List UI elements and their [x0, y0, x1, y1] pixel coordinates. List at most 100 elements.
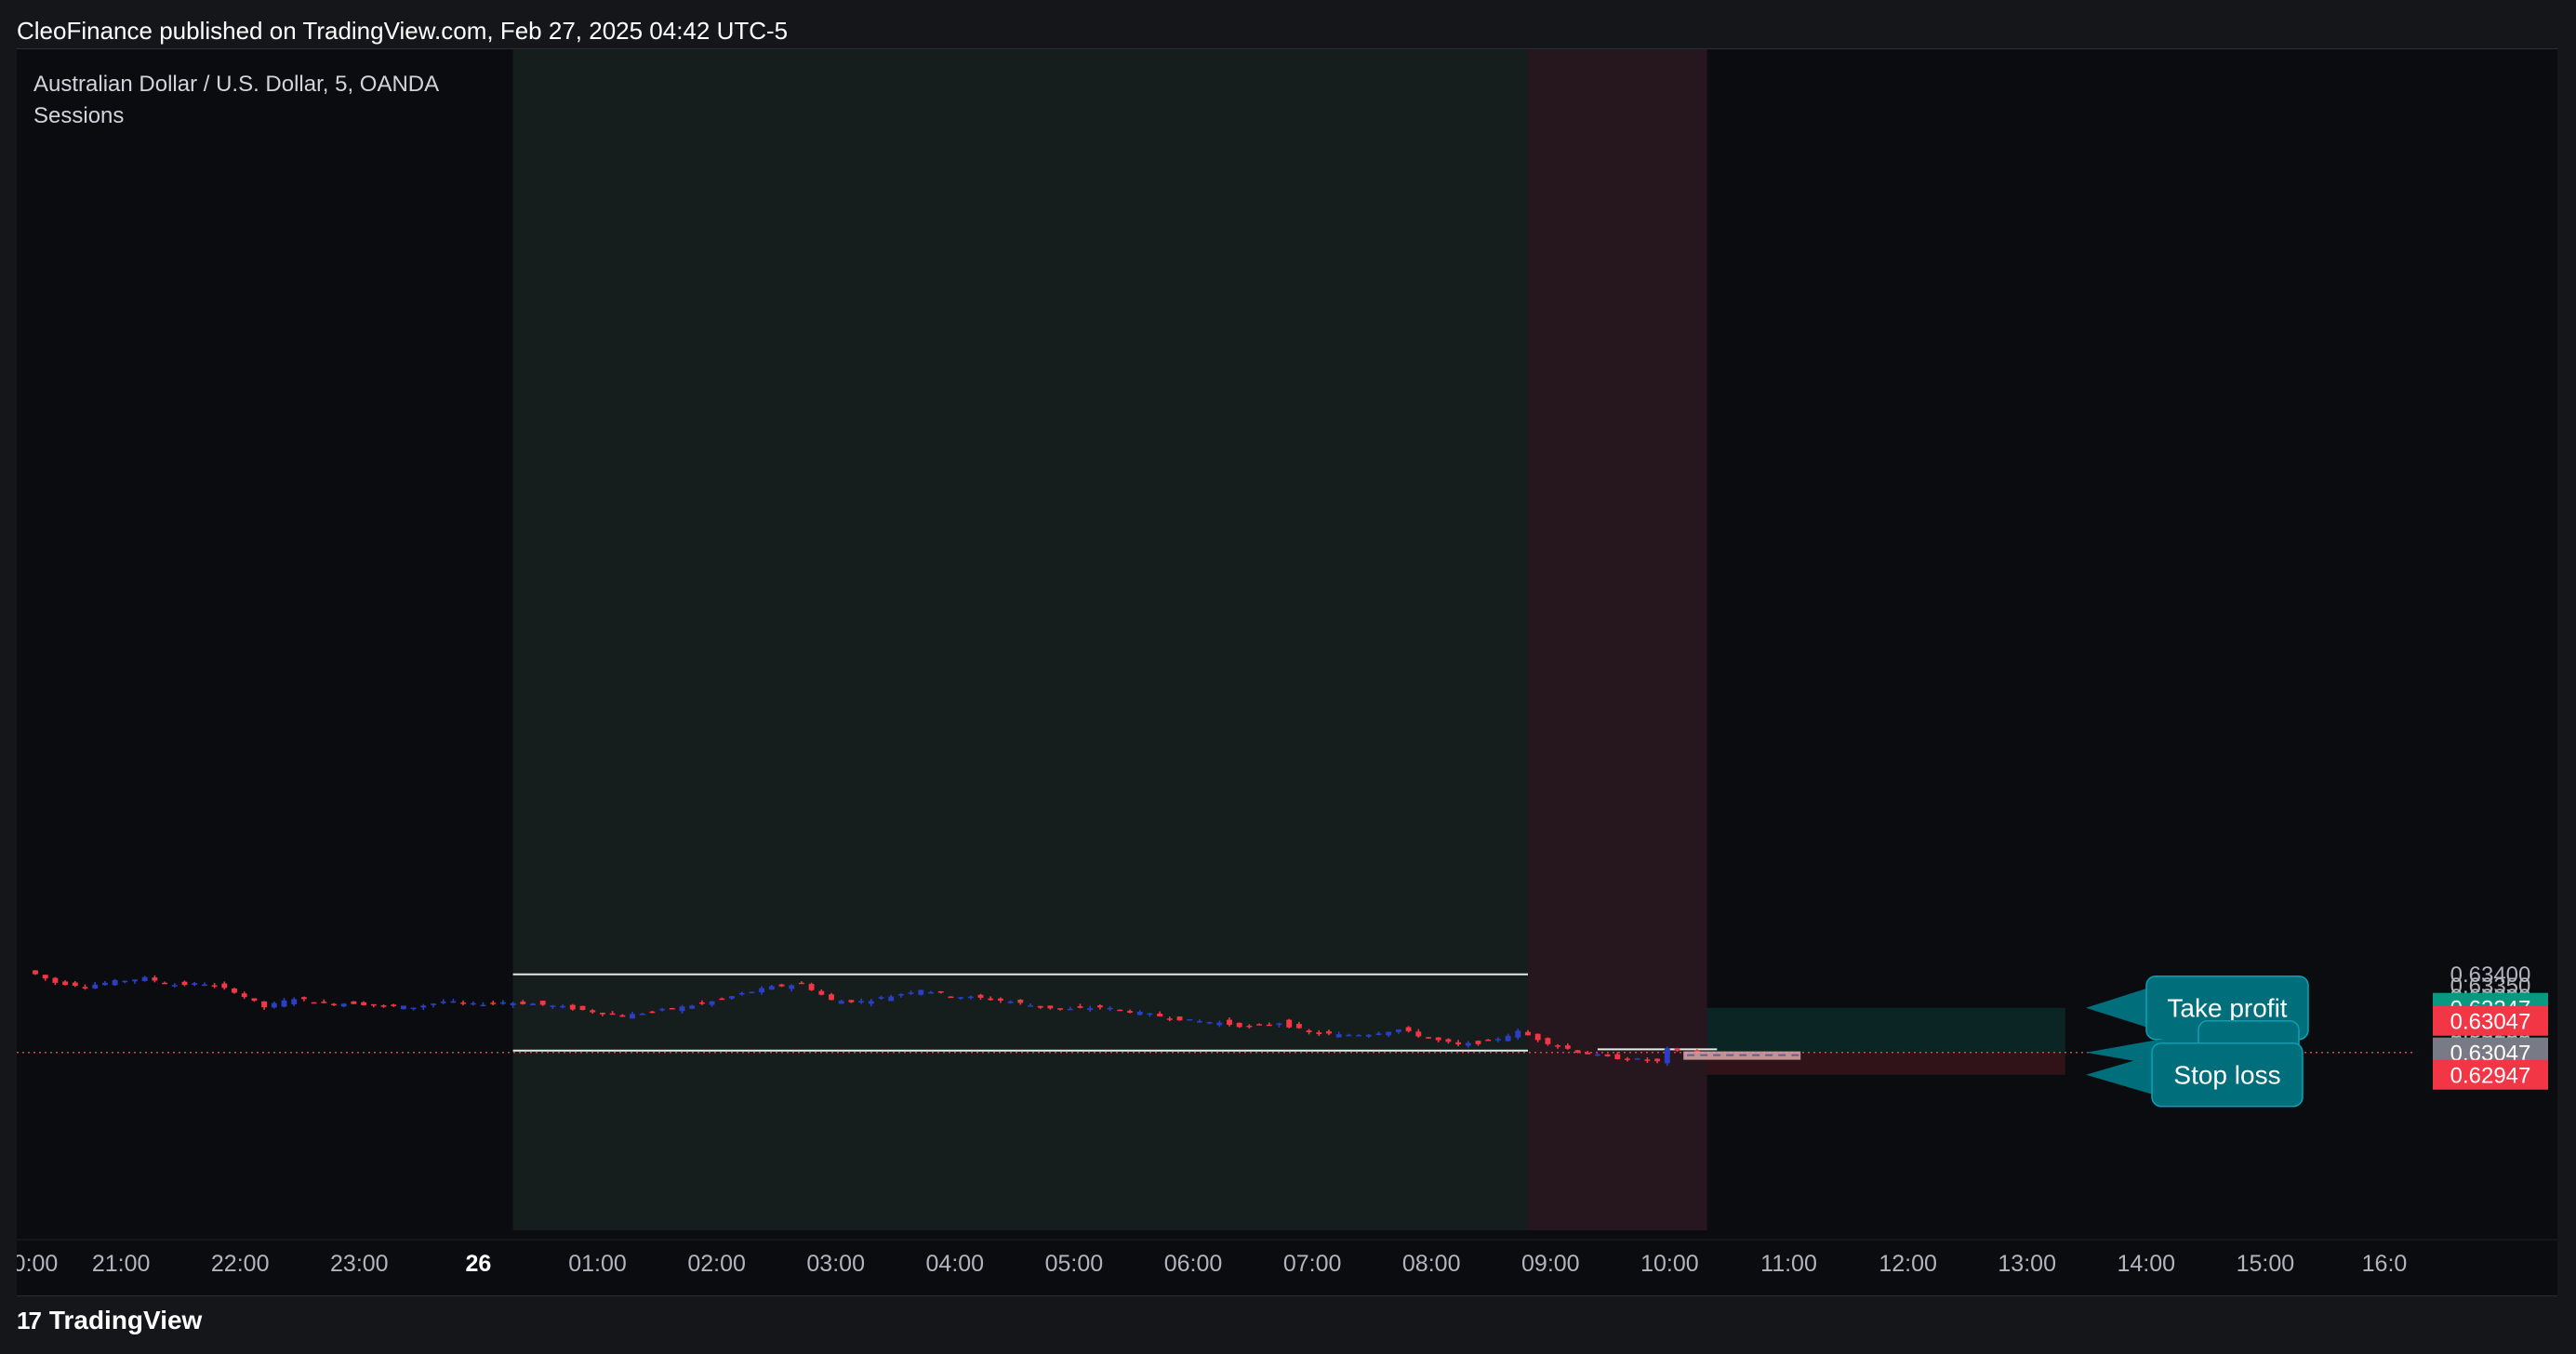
bottom-bar — [0, 1295, 2576, 1354]
candle-down — [1266, 1024, 1272, 1027]
candle-up — [768, 986, 775, 990]
candle-up — [639, 1014, 645, 1016]
candle-down — [1564, 1045, 1571, 1049]
candle-down — [311, 1002, 317, 1004]
callout-pointer — [2086, 1054, 2156, 1095]
candle-up — [1365, 1034, 1372, 1037]
candle-down — [370, 1003, 377, 1006]
session-zone — [512, 49, 1528, 1230]
candle-up — [908, 992, 914, 994]
symbol-title[interactable]: Australian Dollar / U.S. Dollar, 5, OAND… — [33, 69, 439, 100]
callout-pointer — [2086, 987, 2150, 1029]
candle-down — [72, 982, 78, 986]
candle-up — [868, 1001, 874, 1004]
candle-down — [599, 1013, 605, 1015]
candle-down — [490, 1002, 497, 1004]
candle-down — [619, 1015, 626, 1017]
x-tick-label: 05:00 — [1045, 1251, 1104, 1277]
candle-down — [1077, 1006, 1083, 1008]
candle-down — [1295, 1024, 1302, 1029]
candle-down — [1426, 1037, 1431, 1039]
candle-up — [281, 1000, 287, 1007]
candle-down — [520, 1002, 526, 1004]
candle-up — [1505, 1035, 1511, 1042]
candle-up — [431, 1003, 436, 1005]
candle-up — [958, 997, 964, 999]
x-tick-label: 15:00 — [2237, 1251, 2295, 1277]
candle-up — [759, 988, 765, 993]
candle-down — [82, 987, 88, 989]
candle-up — [918, 989, 924, 995]
candle-up — [1196, 1021, 1202, 1023]
candle-down — [1574, 1050, 1581, 1054]
x-tick-label: 22:00 — [211, 1251, 270, 1277]
chart-frame[interactable]: Take profitEntryStop loss 0.630000.63050… — [17, 48, 2557, 1296]
candle-up — [789, 985, 795, 989]
candle-down — [609, 1013, 616, 1016]
candle-down — [937, 990, 944, 993]
candle-up — [291, 999, 298, 1005]
candle-up — [928, 991, 934, 994]
candle-down — [1117, 1009, 1123, 1012]
candle-down — [569, 1004, 576, 1010]
candle-up — [122, 980, 128, 983]
candle-up — [480, 1004, 486, 1007]
candle-down — [62, 981, 69, 986]
candle-down — [848, 1000, 855, 1002]
candle-up — [1386, 1031, 1392, 1036]
candle-down — [1435, 1037, 1441, 1041]
candle-down — [539, 1001, 546, 1005]
candle-down — [1246, 1025, 1253, 1028]
candle-up — [1067, 1008, 1073, 1011]
candle-up — [400, 1005, 406, 1010]
candle-down — [1585, 1052, 1591, 1055]
x-tick-label: 07:00 — [1283, 1251, 1342, 1277]
tradingview-logo-icon: 17 — [17, 1306, 42, 1334]
price-chart[interactable]: Take profitEntryStop loss 0.630000.63050… — [17, 49, 2557, 1295]
candle-down — [361, 1002, 367, 1005]
candle-up — [897, 993, 904, 996]
candle-up — [499, 1002, 506, 1004]
tradingview-brand: TradingView — [48, 1306, 203, 1334]
x-tick-label: 26 — [465, 1251, 491, 1277]
candle-down — [261, 1001, 268, 1008]
candle-down — [579, 1005, 586, 1011]
tradingview-logo[interactable]: 17 TradingView — [17, 1306, 202, 1335]
candle-down — [1256, 1024, 1263, 1026]
candle-up — [141, 976, 148, 981]
indicator-name[interactable]: Sessions — [33, 100, 439, 132]
candle-down — [460, 1002, 467, 1004]
candle-up — [709, 1001, 715, 1005]
candle-down — [669, 1008, 675, 1010]
candle-down — [1166, 1018, 1173, 1020]
candle-up — [1594, 1054, 1600, 1056]
x-tick-label: 23:00 — [330, 1251, 389, 1277]
candle-down — [818, 990, 825, 995]
candle-down — [251, 998, 258, 1002]
candle-up — [1276, 1023, 1282, 1026]
candle-up — [271, 1002, 277, 1008]
candle-up — [1375, 1033, 1382, 1035]
candle-up — [1515, 1030, 1521, 1038]
candle-down — [380, 1005, 387, 1007]
candle-down — [1316, 1032, 1322, 1034]
candle-up — [420, 1005, 427, 1008]
candle-down — [1415, 1031, 1422, 1037]
price-label-text: 0.63047 — [2450, 1010, 2531, 1035]
take-profit-zone[interactable] — [1706, 1007, 2065, 1053]
x-tick-label: 21:00 — [92, 1251, 151, 1277]
candle-down — [181, 981, 188, 986]
candle-up — [112, 980, 118, 986]
x-tick-label: 09:00 — [1521, 1251, 1580, 1277]
candle-down — [1654, 1058, 1661, 1062]
candle-down — [152, 977, 158, 981]
x-tick-label: 08:00 — [1402, 1251, 1461, 1277]
candle-down — [42, 975, 48, 979]
candle-down — [241, 993, 247, 998]
candle-up — [1187, 1018, 1193, 1021]
candle-up — [92, 984, 99, 989]
candle-up — [729, 996, 735, 999]
candle-up — [689, 1005, 696, 1009]
candle-up — [340, 1003, 347, 1007]
candle-up — [749, 991, 755, 994]
